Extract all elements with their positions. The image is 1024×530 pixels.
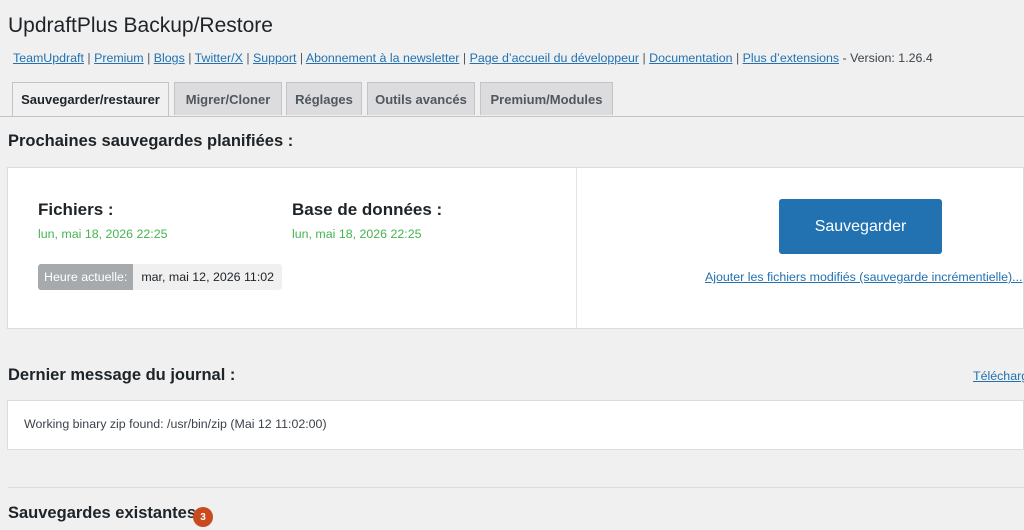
nav-tabs: Sauvegarder/restaurer Migrer/Cloner Régl… [0,82,1024,117]
link-premium[interactable]: Premium [94,51,144,65]
tab-advanced-tools[interactable]: Outils avancés [367,82,475,115]
database-next-date: lun, mai 18, 2026 22:25 [292,227,422,241]
link-developer-home[interactable]: Page d’accueil du développeur [470,51,639,65]
tab-migrate-clone[interactable]: Migrer/Cloner [174,82,282,115]
link-blogs[interactable]: Blogs [154,51,185,65]
incremental-backup-link[interactable]: Ajouter les fichiers modifiés (sauvegard… [705,270,1022,284]
tab-settings[interactable]: Réglages [286,82,362,115]
link-more-plugins[interactable]: Plus d’extensions [743,51,839,65]
card-divider [576,168,577,328]
database-heading: Base de données : [292,200,443,219]
page-title: UpdraftPlus Backup/Restore [8,14,273,37]
link-twitter[interactable]: Twitter/X [195,51,243,65]
plugin-links-bar: TeamUpdraft | Premium | Blogs | Twitter/… [13,51,933,65]
link-teamupdraft[interactable]: TeamUpdraft [13,51,84,65]
tab-backup-restore[interactable]: Sauvegarder/restaurer [12,82,169,116]
link-separator: | [462,51,470,65]
scheduled-backups-heading: Prochaines sauvegardes planifiées : [8,132,294,150]
section-divider [8,487,1024,488]
link-newsletter[interactable]: Abonnement à la newsletter [306,51,460,65]
tab-premium-extensions[interactable]: Premium/Modules [480,82,613,115]
log-message: Working binary zip found: /usr/bin/zip (… [24,417,327,431]
link-support[interactable]: Support [253,51,296,65]
link-documentation[interactable]: Documentation [649,51,732,65]
link-separator: | [246,51,253,65]
version-text: - Version: 1.26.4 [842,51,933,65]
current-time-label: Heure actuelle: [38,264,134,290]
current-time-pill: Heure actuelle: mar, mai 12, 2026 11:02 [38,264,283,290]
download-log-link[interactable]: Télécharg [973,369,1024,383]
files-next-date: lun, mai 18, 2026 22:25 [38,227,168,241]
current-time-value: mar, mai 12, 2026 11:02 [133,264,283,290]
existing-backups-count-badge: 3 [193,507,213,527]
last-log-heading: Dernier message du journal : [8,366,236,384]
existing-backups-heading: Sauvegardes existantes [8,504,197,522]
files-heading: Fichiers : [38,200,114,219]
link-separator: | [147,51,154,65]
link-separator: | [735,51,743,65]
backup-now-button[interactable]: Sauvegarder [779,199,942,254]
